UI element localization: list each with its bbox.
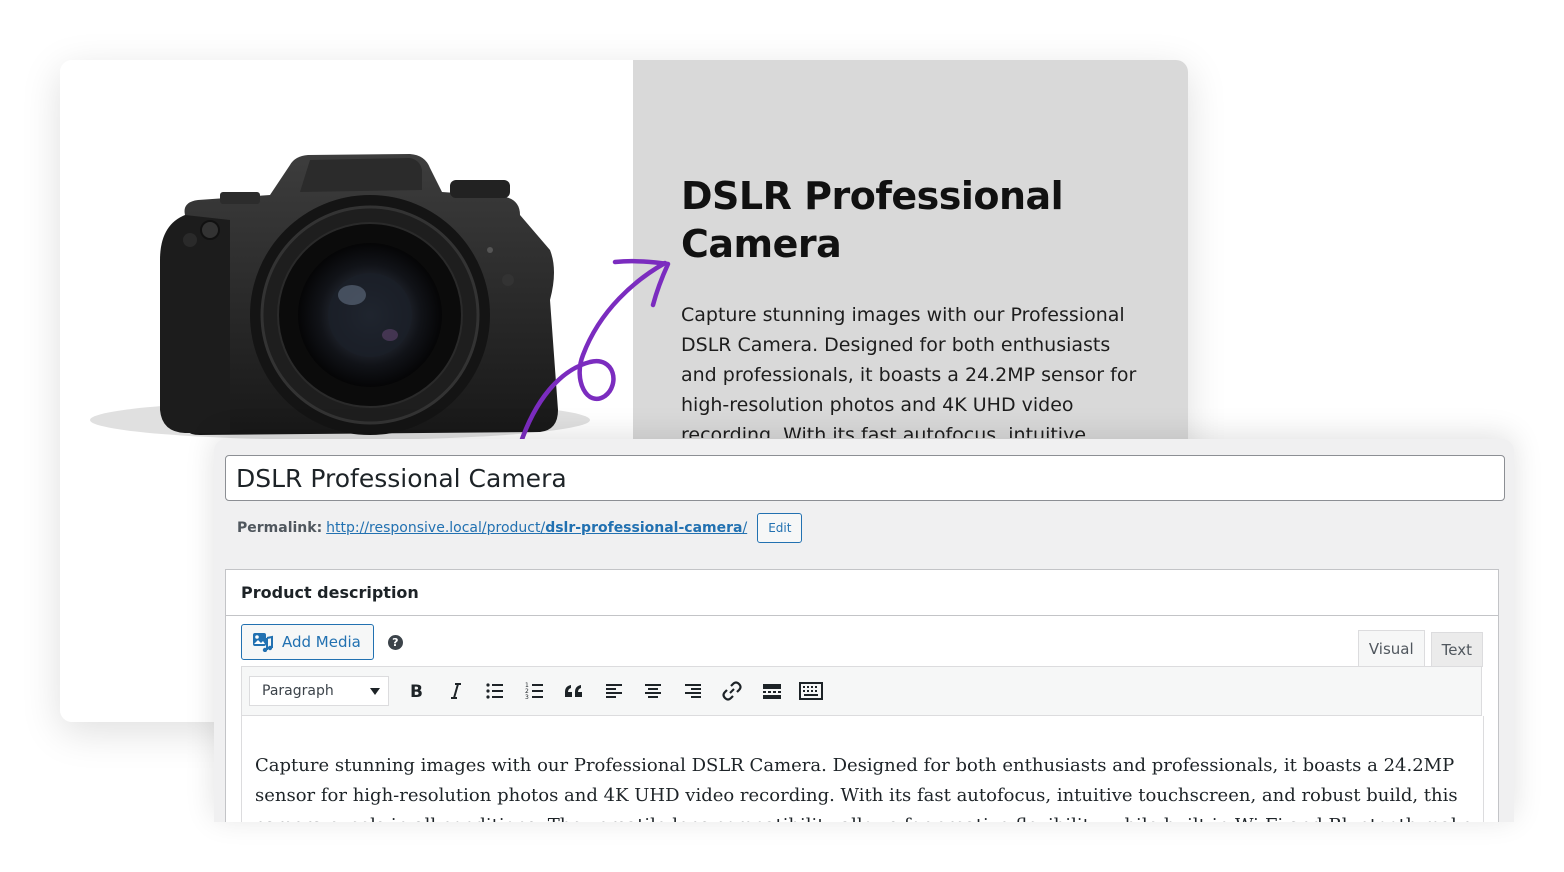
numbered-list-icon: 1 2 3 [525,682,543,701]
section-title: Product description [226,570,1498,616]
permalink-label: Permalink: [237,520,323,536]
bullet-list-button[interactable] [478,674,512,708]
tab-visual[interactable]: Visual [1357,630,1425,667]
editor-toolbar: Paragraph B 1 2 3 [241,666,1482,716]
bold-button[interactable]: B [399,674,433,708]
post-title-input[interactable] [225,455,1505,501]
product-description-box: Product description Add Media ? Visual T… [225,569,1499,822]
permalink-row: Permalink: http://responsive.local/produ… [237,512,803,544]
chevron-down-icon [370,687,380,695]
italic-button[interactable] [439,674,473,708]
media-icon [253,633,273,652]
bullet-list-icon [486,683,503,699]
read-more-button[interactable] [755,674,789,708]
add-media-label: Add Media [282,633,361,651]
format-select-value: Paragraph [262,683,334,699]
align-left-button[interactable] [597,674,631,708]
tab-text[interactable]: Text [1430,632,1483,667]
edit-permalink-button[interactable]: Edit [757,513,803,543]
align-left-icon [605,684,622,698]
permalink-slug: dslr-professional-camera [545,520,743,536]
card-title: DSLR Professional Camera [681,174,1064,266]
help-icon[interactable]: ? [387,634,403,650]
numbered-list-button[interactable]: 1 2 3 [518,674,552,708]
read-more-icon [762,684,781,699]
align-right-icon [684,684,701,698]
permalink-base: http://responsive.local/product/ [326,520,546,536]
media-buttons-row: Add Media ? [241,624,403,660]
link-icon [722,681,742,701]
editor-tabs: Visual Text [1357,630,1483,667]
editor-body: Add Media ? Visual Text Paragraph B 1 2 … [226,616,1498,822]
wp-post-editor: Permalink: http://responsive.local/produ… [214,439,1514,822]
blockquote-button[interactable] [557,674,591,708]
toolbar-toggle-icon [799,682,823,700]
italic-icon [450,683,461,699]
editor-content-text: Capture stunning images with our Profess… [255,755,1473,822]
align-center-button[interactable] [636,674,670,708]
permalink-link[interactable]: http://responsive.local/product/dslr-pro… [326,520,747,536]
permalink-end: / [742,520,748,536]
svg-text:3: 3 [525,694,529,701]
bold-icon: B [410,682,423,701]
editor-content-area[interactable]: Capture stunning images with our Profess… [241,716,1484,822]
card-description: Capture stunning images with our Profess… [681,304,1137,438]
blockquote-icon [565,685,582,697]
align-right-button[interactable] [676,674,710,708]
paragraph-format-select[interactable]: Paragraph [249,676,389,706]
toolbar-toggle-button[interactable] [794,674,828,708]
curved-arrow-icon [517,258,671,448]
svg-text:B: B [410,682,423,701]
link-button[interactable] [715,674,749,708]
add-media-button[interactable]: Add Media [241,624,374,660]
align-center-icon [645,684,661,698]
